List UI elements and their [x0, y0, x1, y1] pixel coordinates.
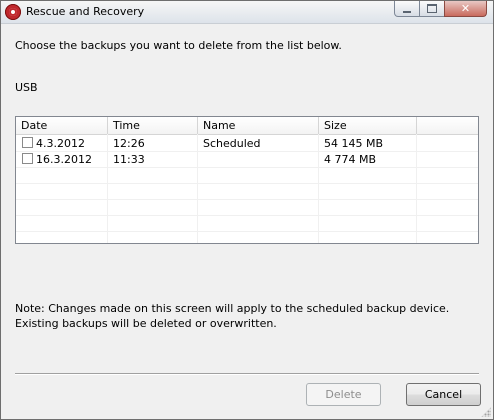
- table-row[interactable]: 16.3.2012 11:33 4 774 MB: [16, 151, 478, 168]
- column-header-name[interactable]: Name: [198, 117, 319, 134]
- window-title: Rescue and Recovery: [26, 5, 145, 18]
- backup-list[interactable]: Date Time Name Size 4.3.2012 12:26 Sched…: [15, 116, 479, 244]
- list-header: Date Time Name Size: [16, 117, 478, 135]
- empty-row: [16, 167, 478, 184]
- row-time: 11:33: [113, 153, 145, 166]
- rescue-recovery-dialog: Rescue and Recovery ✕ Choose the backups…: [0, 0, 494, 420]
- instruction-text: Choose the backups you want to delete fr…: [15, 39, 342, 52]
- minimize-button[interactable]: [394, 1, 420, 17]
- close-icon: ✕: [460, 2, 471, 15]
- row-date: 4.3.2012: [36, 137, 85, 150]
- row-size: 4 774 MB: [324, 153, 377, 166]
- device-label: USB: [15, 81, 38, 94]
- column-header-date[interactable]: Date: [16, 117, 108, 134]
- column-header-time[interactable]: Time: [108, 117, 198, 134]
- row-checkbox[interactable]: [22, 137, 33, 148]
- maximize-button[interactable]: [419, 1, 445, 17]
- column-header-size[interactable]: Size: [319, 117, 417, 134]
- minimize-icon: [403, 10, 411, 13]
- delete-button[interactable]: Delete: [306, 383, 381, 406]
- dialog-content: Choose the backups you want to delete fr…: [1, 24, 493, 419]
- cancel-button[interactable]: Cancel: [406, 383, 481, 406]
- app-lifebuoy-icon[interactable]: [5, 4, 21, 20]
- note-text: Note: Changes made on this screen will a…: [15, 302, 450, 330]
- resize-grip-icon[interactable]: [481, 407, 491, 417]
- close-window-button[interactable]: ✕: [444, 1, 487, 17]
- row-size: 54 145 MB: [324, 137, 384, 150]
- row-checkbox[interactable]: [22, 153, 33, 164]
- empty-row: [16, 183, 478, 200]
- row-date: 16.3.2012: [36, 153, 92, 166]
- divider: [15, 373, 479, 375]
- table-row[interactable]: 4.3.2012 12:26 Scheduled 54 145 MB: [16, 135, 478, 152]
- row-name: Scheduled: [203, 137, 261, 150]
- title-bar[interactable]: Rescue and Recovery ✕: [1, 1, 493, 24]
- row-time: 12:26: [113, 137, 145, 150]
- empty-row: [16, 199, 478, 216]
- empty-row: [16, 215, 478, 232]
- maximize-icon: [427, 4, 437, 13]
